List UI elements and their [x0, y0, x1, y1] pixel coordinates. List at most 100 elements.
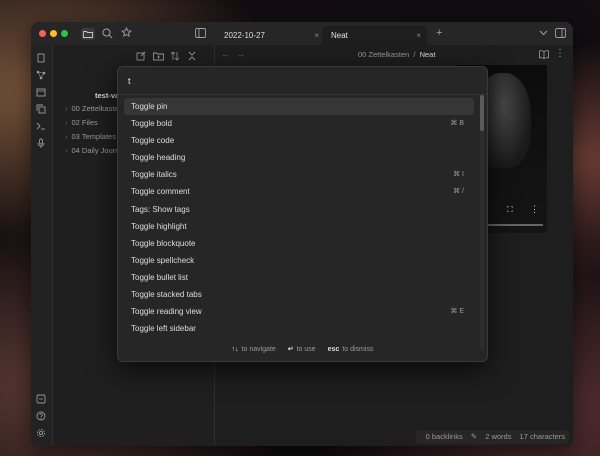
folder-label: 00 Zettelkasten [71, 104, 123, 113]
breadcrumb-separator: / [413, 50, 416, 59]
tab-2022-10-27[interactable]: 2022-10-27 × [215, 26, 325, 45]
command-label: Toggle highlight [131, 221, 187, 231]
folder-item[interactable]: › 00 Zettelkasten [65, 104, 123, 113]
command-item[interactable]: Toggle italics ⌘ I [124, 166, 474, 183]
command-label: Toggle code [131, 136, 175, 146]
more-vertical-icon: ⋮ [555, 48, 565, 59]
gear-icon [36, 428, 46, 438]
instruction-key: esc [327, 346, 340, 353]
command-item[interactable]: Toggle spellcheck [124, 252, 474, 269]
new-note-icon [136, 51, 146, 61]
zoom-window-button[interactable] [61, 30, 68, 37]
collapse-all-button[interactable] [187, 51, 197, 64]
command-label: Toggle heading [131, 153, 186, 163]
collapse-icon [188, 51, 196, 61]
command-item[interactable]: Toggle left sidebar [124, 320, 474, 337]
tab-close-button[interactable]: × [314, 26, 319, 45]
book-icon [539, 50, 549, 59]
tab-neat[interactable]: Neat × [322, 26, 427, 45]
command-palette: Toggle pin Toggle bold ⌘ B Toggle code To… [117, 66, 488, 362]
command-item[interactable]: Tags: Show tags [124, 201, 474, 218]
graph-icon [36, 70, 46, 80]
command-item[interactable]: Toggle code [124, 132, 474, 149]
command-item[interactable]: Toggle blockquote [124, 235, 474, 252]
fullscreen-icon[interactable]: ⛶ [507, 206, 513, 214]
microphone-icon [37, 138, 45, 148]
ribbon-vault-button[interactable] [36, 394, 46, 406]
chevron-right-icon: › [65, 104, 68, 113]
command-item[interactable]: Toggle bold ⌘ B [124, 115, 474, 132]
new-folder-icon [153, 52, 164, 61]
left-ribbon [31, 45, 53, 446]
chevron-down-icon [539, 30, 548, 36]
folder-item[interactable]: › 03 Templates [65, 132, 116, 141]
command-item[interactable]: Toggle comment ⌘ / [124, 183, 474, 200]
tab-label: Neat [331, 31, 348, 40]
instruction-text: to navigate [241, 346, 276, 353]
folder-icon [83, 31, 93, 38]
command-label: Toggle comment [131, 187, 190, 197]
command-item[interactable]: Toggle highlight [124, 218, 474, 235]
status-bar: 0 backlinks ✎ 2 words 17 characters [415, 430, 569, 444]
command-label: Toggle left sidebar [131, 324, 196, 334]
folder-item[interactable]: › 02 Files [65, 118, 98, 127]
title-bar: 2022-10-27 × Neat × + [31, 22, 573, 45]
breadcrumb-folder[interactable]: 00 Zettelkasten [358, 50, 409, 59]
tab-list-button[interactable] [539, 29, 548, 39]
minimize-window-button[interactable] [50, 30, 57, 37]
more-options-button[interactable]: ⋮ [555, 49, 565, 59]
tab-close-button[interactable]: × [416, 26, 421, 45]
command-label: Tags: Show tags [131, 204, 190, 214]
command-hotkey: ⌘ B [450, 120, 464, 128]
chevron-right-icon: › [65, 146, 68, 155]
command-label: Toggle spellcheck [131, 255, 195, 265]
sort-icon [170, 51, 180, 61]
copy-icon [36, 104, 46, 114]
close-window-button[interactable] [39, 30, 46, 37]
calendar-icon [36, 88, 46, 97]
forward-button[interactable]: → [236, 50, 245, 59]
palette-search-input[interactable] [128, 73, 468, 89]
command-label: Toggle reading view [131, 307, 202, 317]
video-progress-bar[interactable] [483, 224, 543, 226]
backlinks-count[interactable]: 0 backlinks [426, 432, 463, 441]
new-note-button[interactable] [136, 51, 146, 64]
new-folder-button[interactable] [153, 51, 164, 64]
ribbon-graph-button[interactable] [36, 70, 46, 82]
ribbon-microphone-button[interactable] [36, 138, 46, 150]
instruction-text: to use [296, 346, 316, 353]
ribbon-calendar-button[interactable] [36, 87, 46, 99]
back-button[interactable]: ← [221, 50, 230, 59]
sidebar-toggle-icon [195, 28, 206, 38]
bookmarks-tab-button[interactable] [121, 26, 132, 41]
files-tab-button[interactable] [81, 28, 95, 40]
help-icon [36, 411, 46, 421]
search-tab-button[interactable] [102, 28, 113, 42]
command-item[interactable]: Toggle reading view ⌘ E [124, 303, 474, 320]
terminal-icon [36, 122, 45, 130]
ribbon-settings-button[interactable] [36, 428, 46, 440]
chevron-right-icon: › [65, 118, 68, 127]
video-more-icon[interactable]: ⋮ [530, 205, 539, 214]
toggle-right-sidebar-button[interactable] [555, 28, 566, 41]
reading-view-button[interactable] [539, 50, 549, 62]
command-label: Toggle bullet list [131, 272, 188, 282]
palette-scrollbar-thumb[interactable] [480, 95, 484, 131]
instruction-key: ↵ [287, 346, 294, 353]
instruction-key: ↑↓ [231, 346, 239, 353]
sort-button[interactable] [170, 51, 180, 64]
command-item[interactable]: Toggle bullet list [124, 269, 474, 286]
toggle-left-sidebar-button[interactable] [195, 28, 206, 41]
ribbon-copy-button[interactable] [36, 104, 46, 116]
ribbon-notes-button[interactable] [36, 53, 46, 65]
pencil-icon: ✎ [470, 432, 478, 441]
command-item[interactable]: Toggle pin [124, 98, 474, 116]
ribbon-terminal-button[interactable] [36, 121, 46, 133]
command-item[interactable]: Toggle heading [124, 149, 474, 166]
command-item[interactable]: Toggle stacked tabs [124, 286, 474, 303]
sidebar-toggle-icon [555, 28, 566, 38]
command-label: Toggle italics [131, 170, 177, 180]
new-tab-button[interactable]: + [436, 28, 442, 39]
palette-scrollbar-track[interactable] [480, 95, 484, 349]
ribbon-help-button[interactable] [36, 411, 46, 423]
